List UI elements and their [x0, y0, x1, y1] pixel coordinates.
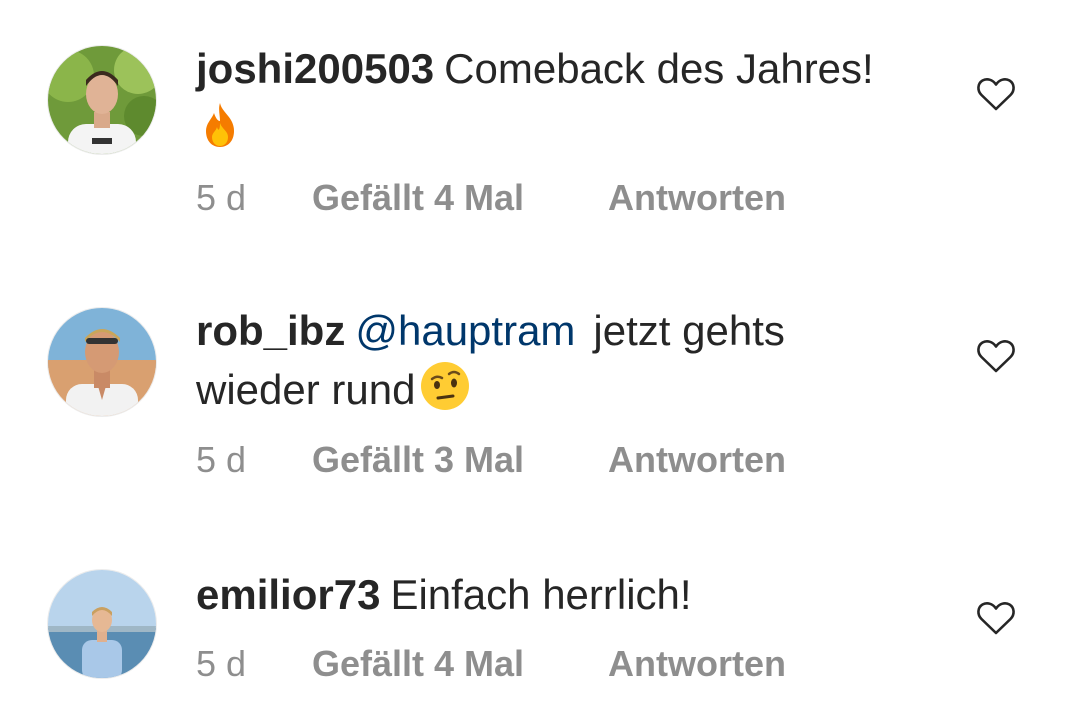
comment-body: Comeback des Jahres! [444, 45, 874, 92]
comment-time: 5 d [196, 439, 247, 480]
comment-username[interactable]: joshi200503 [196, 45, 434, 92]
comment-text: joshi200503 Comeback des Jahres! [196, 40, 916, 164]
comment-body: Einfach herrlich! [390, 571, 692, 618]
comment-likes[interactable]: Gefällt 4 Mal [312, 176, 608, 220]
reply-button[interactable]: Antworten [608, 438, 786, 482]
comment-time: 5 d [196, 643, 247, 684]
raised-eyebrow-emoji [419, 360, 471, 427]
reply-button[interactable]: Antworten [608, 176, 786, 220]
comment-meta: 5 d Gefällt 4 Mal Antworten [196, 642, 786, 686]
avatar[interactable] [48, 570, 156, 678]
comment-text: emilior73 Einfach herrlich! [196, 566, 916, 624]
heart-outline-icon[interactable] [976, 76, 1016, 112]
comment-time: 5 d [196, 177, 247, 218]
reply-button[interactable]: Antworten [608, 642, 786, 686]
comment-likes[interactable]: Gefällt 4 Mal [312, 642, 608, 686]
comment-meta: 5 d Gefällt 4 Mal Antworten [196, 176, 786, 220]
comment-meta: 5 d Gefällt 3 Mal Antworten [196, 438, 786, 482]
fire-emoji [200, 101, 240, 164]
heart-outline-icon[interactable] [976, 600, 1016, 636]
avatar[interactable] [48, 46, 156, 154]
avatar-photo [48, 46, 156, 154]
heart-outline-icon[interactable] [976, 338, 1016, 374]
comment-username[interactable]: rob_ibz [196, 307, 345, 354]
mention-link[interactable]: @hauptram [355, 307, 575, 354]
avatar-photo [48, 570, 156, 678]
comment-text: rob_ibz @hauptram jetzt gehts wieder rund [196, 302, 916, 427]
comment-likes[interactable]: Gefällt 3 Mal [312, 438, 608, 482]
comment-username[interactable]: emilior73 [196, 571, 380, 618]
avatar-photo [48, 308, 156, 416]
avatar[interactable] [48, 308, 156, 416]
